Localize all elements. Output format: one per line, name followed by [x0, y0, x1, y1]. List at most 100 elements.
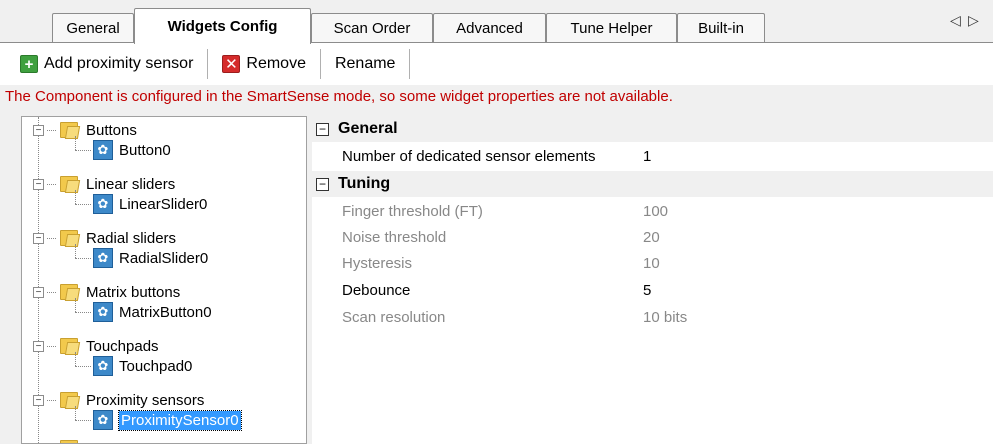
toolbar-separator	[409, 49, 411, 79]
property-name: Debounce	[342, 281, 411, 299]
folder-icon	[58, 437, 80, 443]
category-general[interactable]: − General	[312, 116, 993, 142]
smartsense-warning: The Component is configured in the Smart…	[5, 88, 673, 105]
property-value[interactable]: 1	[643, 148, 651, 165]
category-title: Tuning	[338, 175, 391, 192]
collapse-icon[interactable]: −	[33, 394, 44, 406]
property-name: Number of dedicated sensor elements	[342, 147, 596, 165]
tree-connector	[47, 183, 56, 185]
collapse-icon[interactable]: −	[33, 340, 44, 352]
tree-item-touchpad0[interactable]: ✿ Touchpad0	[93, 353, 192, 379]
tab-built-in[interactable]: Built-in	[677, 13, 765, 43]
tab-tune-helper[interactable]: Tune Helper	[546, 13, 677, 43]
tab-scroll-right-icon[interactable]: ▷	[968, 12, 979, 29]
tab-advanced[interactable]: Advanced	[433, 13, 546, 43]
tree-group-label: Touchpads	[86, 337, 159, 355]
tree-connector	[47, 399, 56, 401]
widget-gear-icon: ✿	[93, 356, 113, 376]
property-row-dedicated-sensor-elements[interactable]: Number of dedicated sensor elements 1	[312, 143, 993, 169]
property-name: Scan resolution	[342, 308, 446, 326]
tree-item-label: MatrixButton0	[119, 303, 212, 321]
tree-item-matrixbutton0[interactable]: ✿ MatrixButton0	[93, 299, 212, 325]
tab-label: Tune Helper	[570, 20, 653, 37]
tab-strip: General Widgets Config Scan Order Advanc…	[0, 0, 993, 44]
collapse-icon[interactable]: −	[316, 122, 329, 136]
folder-icon	[58, 335, 81, 357]
tree-item-label: Button0	[119, 141, 171, 159]
property-value: 10	[643, 254, 660, 272]
remove-icon: ✕	[222, 55, 241, 73]
collapse-icon[interactable]: −	[33, 232, 44, 244]
folder-icon	[58, 173, 81, 195]
tree-connector	[75, 150, 91, 151]
property-value: 10 bits	[643, 308, 688, 326]
property-name: Hysteresis	[342, 254, 413, 272]
collapse-icon[interactable]: −	[33, 286, 44, 298]
widget-gear-icon: ✿	[93, 248, 113, 268]
tree-item-radialslider0[interactable]: ✿ RadialSlider0	[93, 245, 208, 271]
tree-item-label: RadialSlider0	[119, 249, 209, 267]
widget-tree[interactable]: − Buttons ✿ Button0 − Linear sliders ✿ L…	[21, 116, 307, 444]
property-row-scan-resolution: Scan resolution 10 bits	[312, 304, 993, 330]
tree-group-label: Buttons	[86, 121, 137, 139]
tree-connector	[47, 291, 56, 293]
tab-label: Advanced	[456, 20, 523, 37]
tree-item-label-selected: ProximitySensor0	[118, 409, 242, 431]
add-proximity-sensor-button[interactable]: + Add proximity sensor	[12, 48, 201, 80]
tab-label: Scan Order	[333, 20, 411, 37]
tree-connector	[75, 244, 76, 258]
tab-general[interactable]: General	[52, 13, 134, 43]
tab-scan-order[interactable]: Scan Order	[311, 13, 433, 43]
category-tuning[interactable]: − Tuning	[312, 171, 993, 197]
widget-gear-icon: ✿	[93, 194, 113, 214]
tree-item-linearslider0[interactable]: ✿ LinearSlider0	[93, 191, 207, 217]
property-row-finger-threshold: Finger threshold (FT) 100	[312, 198, 993, 224]
property-row-hysteresis: Hysteresis 10	[312, 250, 993, 276]
tree-group-label: Radial sliders	[86, 229, 177, 247]
tab-scroll-left-icon[interactable]: ◁	[950, 12, 961, 29]
rename-button-label: Rename	[334, 55, 396, 72]
tree-connector	[75, 312, 91, 313]
tree-group-label: Matrix buttons	[86, 283, 181, 301]
tree-connector	[47, 345, 56, 347]
tab-label: Widgets Config	[167, 18, 278, 35]
rename-button[interactable]: Rename	[327, 48, 403, 80]
tab-label: Built-in	[698, 20, 744, 37]
property-row-noise-threshold: Noise threshold 20	[312, 224, 993, 250]
tree-connector	[75, 298, 76, 312]
widget-gear-icon: ✿	[93, 140, 113, 160]
tree-connector	[75, 352, 76, 366]
tree-group-partial[interactable]: −	[33, 435, 86, 443]
tree-connector	[47, 129, 56, 131]
tree-group-label: Linear sliders	[86, 175, 176, 193]
folder-icon	[58, 281, 81, 303]
tree-connector	[75, 190, 76, 204]
folder-icon	[58, 227, 81, 249]
property-row-debounce[interactable]: Debounce 5	[312, 277, 993, 303]
tree-connector	[47, 237, 56, 239]
collapse-icon[interactable]: −	[316, 177, 329, 191]
remove-button[interactable]: ✕ Remove	[214, 48, 314, 80]
remove-button-label: Remove	[246, 55, 306, 72]
tab-label: General	[66, 20, 120, 37]
toolbar-separator	[319, 49, 321, 79]
add-icon: +	[20, 55, 38, 73]
tab-widgets-config[interactable]: Widgets Config	[134, 8, 311, 44]
collapse-icon[interactable]: −	[33, 178, 44, 190]
property-grid[interactable]: − General Number of dedicated sensor ele…	[312, 116, 993, 444]
folder-icon	[58, 389, 81, 411]
property-value: 100	[643, 202, 669, 220]
property-name: Finger threshold (FT)	[342, 202, 483, 220]
tree-item-button0[interactable]: ✿ Button0	[93, 137, 171, 163]
collapse-icon[interactable]: −	[33, 124, 44, 136]
tree-item-proximitysensor0[interactable]: ✿ ProximitySensor0	[93, 407, 242, 433]
property-value[interactable]: 5	[643, 282, 651, 299]
tree-item-label: LinearSlider0	[119, 195, 208, 213]
category-title: General	[338, 120, 398, 137]
tree-item-label: Touchpad0	[119, 357, 193, 375]
property-name: Noise threshold	[342, 228, 447, 246]
tree-connector	[75, 366, 91, 367]
toolbar-separator	[207, 49, 209, 79]
tree-connector	[75, 420, 91, 421]
property-value: 20	[643, 228, 660, 246]
